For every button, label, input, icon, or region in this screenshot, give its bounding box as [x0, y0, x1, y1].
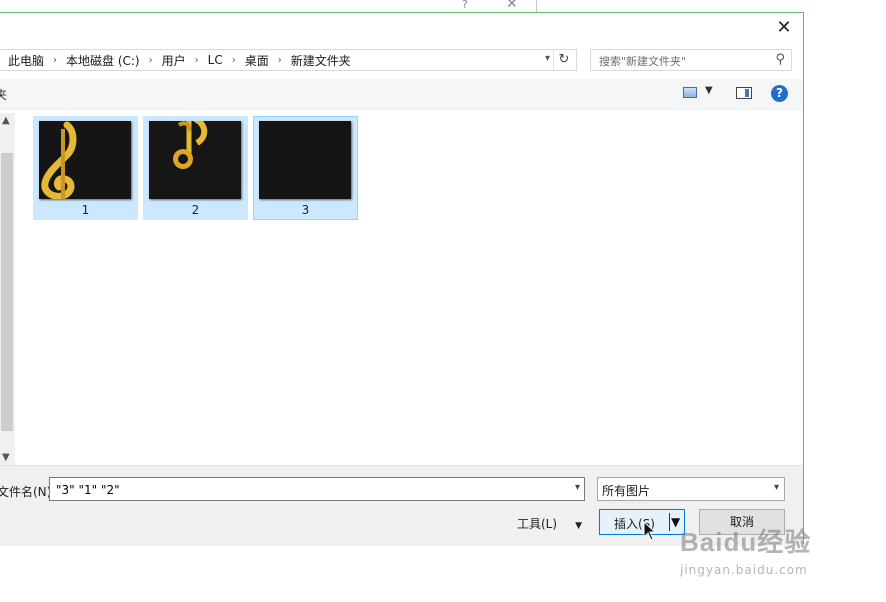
breadcrumb-label[interactable]: 此电脑 — [8, 52, 44, 69]
chevron-right-icon[interactable]: › — [53, 55, 57, 66]
chevron-right-icon[interactable]: › — [278, 55, 282, 66]
image-thumbnail — [149, 121, 241, 199]
file-name: 3 — [301, 203, 310, 217]
chevron-right-icon[interactable]: › — [149, 55, 153, 66]
tools-label[interactable]: 工具(L) — [517, 517, 557, 531]
refresh-button[interactable]: ↻ — [553, 50, 574, 70]
search-icon[interactable]: ⚲ — [775, 52, 785, 67]
address-bar[interactable]: 此电脑 › 本地磁盘 (C:) › 用户 › LC › 桌面 › 新建文件夹 ▾ ↻ — [0, 49, 577, 71]
mouse-cursor-icon — [643, 521, 657, 541]
help-icon[interactable]: ? — [462, 0, 468, 11]
close-button[interactable]: ✕ — [773, 17, 795, 39]
file-item[interactable]: 1 — [33, 116, 138, 220]
chevron-down-icon[interactable]: ▾ — [575, 482, 580, 493]
filename-field[interactable] — [54, 479, 558, 501]
file-list: 1 2 3 — [33, 116, 358, 220]
insert-button[interactable]: 插入(S) ▼ — [599, 509, 685, 535]
tools-menu[interactable]: 工具(L) ▼ — [517, 515, 582, 532]
breadcrumb-label[interactable]: 桌面 — [245, 52, 269, 69]
watermark-url: jingyan.baidu.com — [680, 563, 808, 577]
chevron-right-icon[interactable]: › — [195, 55, 199, 66]
organize-menu-label[interactable]: 夹 — [0, 86, 7, 103]
file-item[interactable]: 3 — [253, 116, 358, 220]
filename-label: 文件名(N): — [0, 485, 56, 499]
file-name: 2 — [191, 203, 200, 217]
chevron-down-icon[interactable]: ▼ — [671, 515, 680, 529]
chevron-down-icon[interactable]: ▼ — [705, 85, 713, 96]
scrollbar-thumb[interactable] — [1, 153, 13, 431]
breadcrumb-new-folder[interactable]: 新建文件夹 — [291, 52, 351, 69]
image-thumbnail — [39, 121, 131, 199]
breadcrumb-this-pc[interactable]: 此电脑 › — [8, 52, 66, 69]
file-name: 1 — [81, 203, 90, 217]
dialog-footer: 文件名(N): ▾ 所有图片 ▾ 工具(L) ▼ 插入(S) ▼ 取消 — [0, 465, 803, 546]
chevron-down-icon[interactable]: ▼ — [575, 521, 582, 531]
breadcrumb-label[interactable]: 本地磁盘 (C:) — [66, 52, 140, 69]
help-icon[interactable]: ? — [771, 85, 788, 102]
breadcrumb-local-disk[interactable]: 本地磁盘 (C:) › — [66, 52, 162, 69]
breadcrumb-label[interactable]: LC — [208, 53, 223, 67]
split-divider — [669, 513, 670, 531]
insert-picture-dialog: ✕ 此电脑 › 本地磁盘 (C:) › 用户 › LC › 桌面 › 新建文件夹 ▾ ↻ … — [0, 12, 804, 546]
breadcrumb-lc[interactable]: LC › — [208, 53, 245, 67]
breadcrumb-users[interactable]: 用户 › — [162, 52, 208, 69]
bass-clef-icon — [149, 121, 241, 199]
close-icon[interactable]: ✕ — [506, 0, 518, 12]
search-box[interactable]: ⚲ — [590, 49, 792, 71]
filename-combobox[interactable]: ▾ — [49, 477, 585, 501]
preview-pane-icon[interactable] — [736, 87, 752, 99]
file-type-value[interactable]: 所有图片 — [602, 482, 650, 499]
view-options-icon[interactable] — [683, 87, 697, 98]
command-bar: 夹 ▼ ? — [0, 79, 803, 110]
chevron-up-icon[interactable]: ▲ — [2, 115, 10, 126]
background-window: ? ✕ — [0, 0, 537, 12]
chevron-down-icon[interactable]: ▾ — [545, 53, 550, 64]
breadcrumb-label[interactable]: 新建文件夹 — [291, 52, 351, 69]
breadcrumb-desktop[interactable]: 桌面 › — [245, 52, 291, 69]
chevron-right-icon[interactable]: › — [232, 55, 236, 66]
cancel-button[interactable]: 取消 — [699, 509, 785, 535]
breadcrumb-label[interactable]: 用户 — [162, 52, 186, 69]
file-item[interactable]: 2 — [143, 116, 248, 220]
image-thumbnail — [259, 121, 351, 199]
search-input[interactable] — [597, 51, 771, 71]
chevron-down-icon[interactable]: ▾ — [774, 482, 779, 493]
chevron-down-icon[interactable]: ▼ — [2, 452, 10, 463]
treble-clef-icon — [39, 121, 131, 199]
nav-pane-scrollbar[interactable]: ▲ ▼ — [0, 113, 15, 465]
file-type-select[interactable]: 所有图片 ▾ — [597, 477, 785, 501]
